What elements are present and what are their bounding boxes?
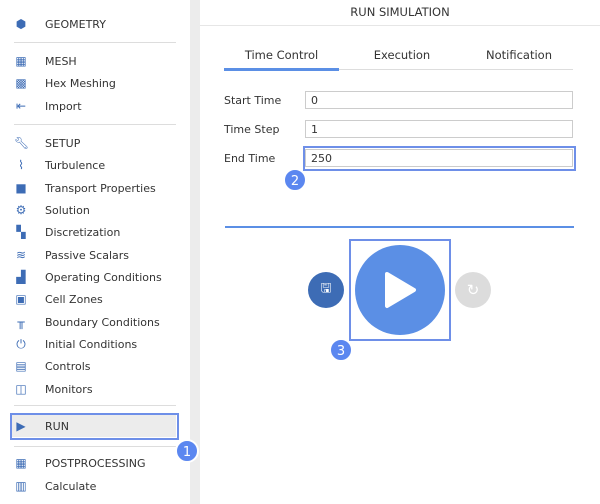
postprocessing-icon: ▦: [15, 456, 27, 470]
step-badge-2: 2: [283, 168, 307, 192]
sidebar-item-solution[interactable]: ⚙ Solution: [14, 200, 184, 220]
monitors-icon: ◫: [15, 382, 27, 396]
sidebar-item-label: GEOMETRY: [45, 17, 106, 31]
sidebar-item-label: Import: [45, 99, 82, 113]
step-badge-1: 1: [175, 439, 199, 463]
operating-conditions-icon: ▟: [16, 270, 26, 284]
sidebar-item-label: Transport Properties: [45, 181, 156, 195]
turbulence-icon: ⌇: [18, 158, 24, 172]
sidebar-item-transport-properties[interactable]: ■ Transport Properties: [14, 178, 184, 198]
sidebar-item-label: Monitors: [45, 382, 93, 396]
import-icon: ⇤: [15, 99, 27, 113]
sidebar-item-controls[interactable]: ▤ Controls: [14, 356, 184, 376]
tab-execution[interactable]: Execution: [339, 48, 465, 70]
highlight-end-time: [303, 146, 576, 171]
sidebar-item-import[interactable]: ⇤ Import: [14, 96, 184, 116]
boundary-conditions-icon: ╥: [17, 315, 25, 329]
divider: [14, 446, 176, 447]
sidebar-item-label: Solution: [45, 203, 90, 217]
controls-icon: ▤: [15, 359, 27, 373]
sidebar-item-label: Hex Meshing: [45, 76, 116, 90]
divider: [14, 42, 176, 43]
sidebar-item-label: Boundary Conditions: [45, 315, 160, 329]
end-time-label: End Time: [224, 152, 276, 165]
sidebar-item-label: MESH: [45, 54, 77, 68]
calculator-icon: ▥: [15, 479, 27, 493]
sidebar-item-label: Controls: [45, 359, 91, 373]
sidebar-item-label: POSTPROCESSING: [45, 456, 146, 470]
hex-meshing-icon: ▩: [15, 76, 27, 90]
geometry-icon: ⬢: [15, 17, 27, 31]
tab-time-control[interactable]: Time Control: [224, 48, 339, 70]
page-title: RUN SIMULATION: [350, 5, 450, 19]
sidebar: ⬢ GEOMETRY ▦ MESH ▩ Hex Meshing ⇤ Import 🔧︎ S…: [0, 0, 190, 504]
sidebar-item-operating-conditions[interactable]: ▟ Operating Conditions: [14, 267, 184, 287]
sidebar-item-setup[interactable]: 🔧︎ SETUP: [14, 133, 184, 153]
sidebar-item-mesh[interactable]: ▦ MESH: [14, 51, 184, 71]
wrench-icon: 🔧︎: [14, 136, 30, 150]
sidebar-item-geometry[interactable]: ⬢ GEOMETRY: [14, 14, 184, 34]
reset-button[interactable]: ↻: [455, 272, 491, 308]
divider: [200, 25, 600, 26]
passive-scalars-icon: ≋: [15, 248, 27, 262]
discretization-icon: ▚: [16, 225, 26, 239]
sidebar-item-passive-scalars[interactable]: ≋ Passive Scalars: [14, 245, 184, 265]
reset-icon: ↻: [466, 281, 480, 299]
tab-notification[interactable]: Notification: [465, 48, 573, 70]
sidebar-item-label: Cell Zones: [45, 292, 103, 306]
sidebar-scrollbar[interactable]: [190, 0, 200, 504]
highlight-run: [10, 413, 179, 440]
main-panel: RUN SIMULATION Time Control Execution No…: [200, 0, 600, 504]
truck-icon: ■: [15, 181, 27, 195]
active-tab-indicator: [224, 68, 339, 71]
time-step-input[interactable]: [305, 120, 573, 138]
sidebar-item-discretization[interactable]: ▚ Discretization: [14, 222, 184, 242]
gear-icon: ⚙: [15, 203, 27, 217]
divider: [225, 226, 574, 228]
sidebar-item-label: SETUP: [45, 136, 81, 150]
sidebar-item-label: Initial Conditions: [45, 337, 138, 351]
sidebar-item-label: Passive Scalars: [45, 248, 129, 262]
start-time-label: Start Time: [224, 94, 282, 107]
sidebar-item-turbulence[interactable]: ⌇ Turbulence: [14, 155, 184, 175]
sidebar-item-boundary-conditions[interactable]: ╥ Boundary Conditions: [14, 312, 184, 332]
divider: [14, 405, 176, 406]
sidebar-item-hex-meshing[interactable]: ▩ Hex Meshing: [14, 73, 184, 93]
sidebar-item-cell-zones[interactable]: ▣ Cell Zones: [14, 289, 184, 309]
time-step-label: Time Step: [224, 123, 280, 136]
sidebar-item-initial-conditions[interactable]: ⏻ Initial Conditions: [14, 334, 184, 354]
sidebar-item-calculate[interactable]: ▥ Calculate: [14, 476, 184, 496]
sidebar-item-label: Turbulence: [45, 158, 106, 172]
highlight-run-button: [349, 239, 451, 341]
save-icon: 🖫︎: [320, 281, 332, 296]
sidebar-item-label: Operating Conditions: [45, 270, 162, 284]
sidebar-item-label: Calculate: [45, 479, 97, 493]
sidebar-item-monitors[interactable]: ◫ Monitors: [14, 379, 184, 399]
step-badge-3: 3: [329, 338, 353, 362]
cell-zones-icon: ▣: [15, 292, 27, 306]
sidebar-item-label: Discretization: [45, 225, 121, 239]
mesh-icon: ▦: [15, 54, 27, 68]
start-time-input[interactable]: [305, 91, 573, 109]
sidebar-item-postprocessing[interactable]: ▦ POSTPROCESSING: [14, 453, 184, 473]
save-button[interactable]: 🖫︎: [308, 272, 344, 308]
power-icon: ⏻: [16, 337, 26, 351]
divider: [14, 124, 176, 125]
